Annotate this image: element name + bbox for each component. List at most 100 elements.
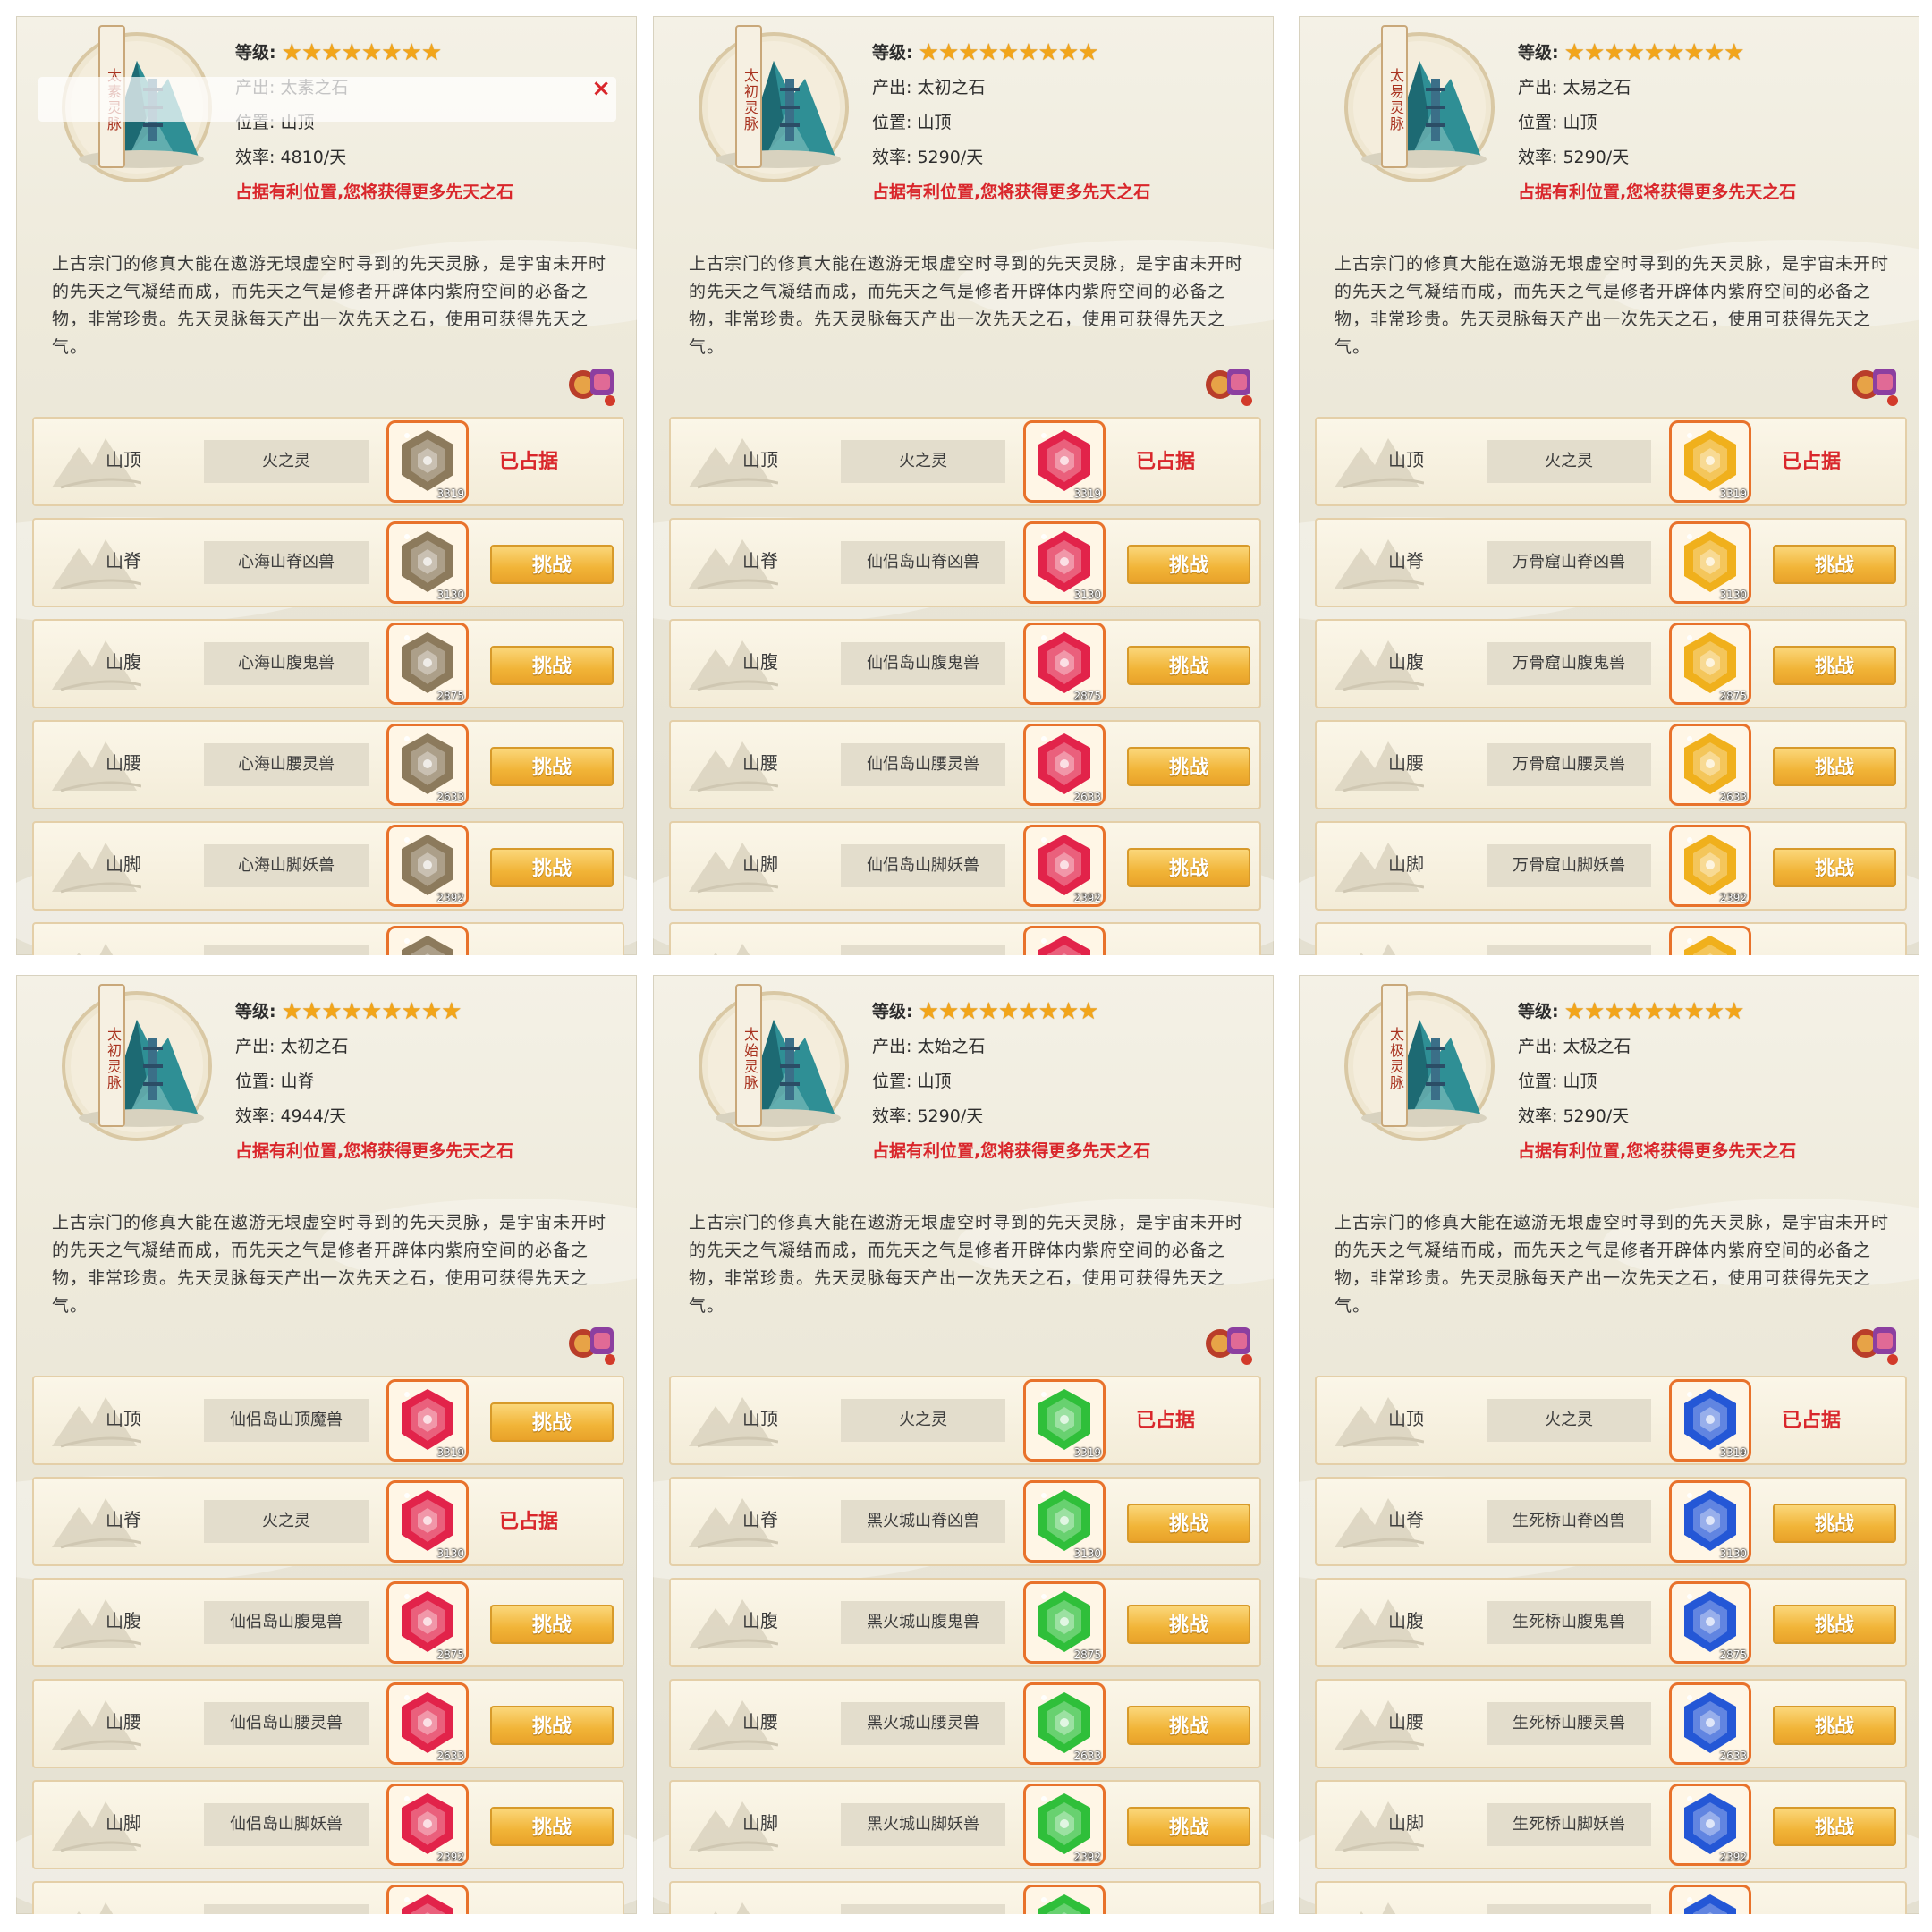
- spirit-stone-reward[interactable]: 2633: [1669, 1682, 1751, 1765]
- challenge-button[interactable]: 挑战: [1127, 1706, 1250, 1745]
- spirit-stone-reward[interactable]: 2633: [386, 724, 469, 806]
- spirit-stone-reward[interactable]: 2392: [386, 825, 469, 907]
- challenge-button[interactable]: 挑战: [490, 1605, 614, 1644]
- position-label: 山腹: [106, 651, 141, 673]
- challenge-button[interactable]: 挑战: [1773, 1605, 1896, 1644]
- level-stars: ★★★★★★★★: [281, 39, 442, 66]
- spirit-stone-reward[interactable]: 2633: [386, 1682, 469, 1765]
- reward-count: 3130: [436, 1547, 464, 1560]
- occupant-name: 仙侣岛山顶魔兽: [204, 1399, 369, 1442]
- spirit-stone-reward[interactable]: 3319: [1669, 420, 1751, 503]
- challenge-button[interactable]: 挑战: [490, 848, 614, 887]
- spirit-stone-reward[interactable]: 3319: [1023, 420, 1106, 503]
- spirit-stone-reward[interactable]: 3319: [386, 420, 469, 503]
- challenge-button[interactable]: 挑战: [1127, 848, 1250, 887]
- challenge-button[interactable]: 挑战: [490, 545, 614, 584]
- spirit-stone-reward[interactable]: 2875: [1023, 623, 1106, 705]
- position-label: 山腰: [106, 752, 141, 774]
- spirit-stone-reward[interactable]: 2392: [1669, 1784, 1751, 1866]
- vein-description: 上古宗门的修真大能在遨游无垠虚空时寻到的先天灵脉，是宇宙未开时的先天之气凝结而成…: [1335, 1213, 1890, 1316]
- spirit-stone-reward[interactable]: 3130: [1023, 1480, 1106, 1563]
- spirit-stone-reward[interactable]: 2875: [1669, 1581, 1751, 1664]
- spirit-stone-reward[interactable]: [1669, 926, 1751, 955]
- treasure-gourd-icon[interactable]: [562, 349, 624, 411]
- spirit-stone-reward[interactable]: 3319: [1669, 1379, 1751, 1462]
- occupied-status: 已占据: [1782, 451, 1842, 473]
- challenge-button[interactable]: 挑战: [1127, 1807, 1250, 1846]
- spirit-stone-reward[interactable]: 3130: [386, 1480, 469, 1563]
- spirit-stone-reward[interactable]: [1023, 1885, 1106, 1914]
- mountain-silhouette-icon: [77, 1902, 114, 1914]
- occupant-name: 黑火城山腰灵兽: [841, 1702, 1005, 1745]
- challenge-button[interactable]: 挑战: [490, 747, 614, 786]
- reward-count: 3130: [1719, 589, 1747, 601]
- spirit-stone-reward[interactable]: 2633: [1669, 724, 1751, 806]
- occupant-name: [204, 1904, 369, 1914]
- position-label: 山腹: [1388, 651, 1424, 673]
- spirit-stone-reward[interactable]: 3130: [1023, 521, 1106, 604]
- treasure-gourd-icon[interactable]: [1199, 1308, 1261, 1370]
- challenge-button[interactable]: 挑战: [1127, 1605, 1250, 1644]
- vein-emblem: 太始灵脉: [680, 984, 859, 1145]
- challenge-button[interactable]: 挑战: [490, 1706, 614, 1745]
- challenge-button[interactable]: 挑战: [490, 1807, 614, 1846]
- treasure-gourd-icon[interactable]: [1844, 349, 1907, 411]
- spirit-stone-reward[interactable]: 3319: [386, 1379, 469, 1462]
- challenge-button[interactable]: 挑战: [1773, 747, 1896, 786]
- spirit-vein-panel: 太初灵脉 等级: ★★★★★★★★★ 产出: 太初之石 位置: 山脊 效率: 4…: [16, 975, 637, 1914]
- spirit-stone-reward[interactable]: 2392: [386, 1784, 469, 1866]
- spirit-stone-reward[interactable]: 2875: [386, 623, 469, 705]
- challenge-button[interactable]: 挑战: [1127, 747, 1250, 786]
- level-stars: ★★★★★★★★★: [918, 998, 1099, 1025]
- spirit-stone-reward[interactable]: 2875: [386, 1581, 469, 1664]
- challenge-button[interactable]: 挑战: [1127, 545, 1250, 584]
- spirit-stone-reward[interactable]: 3130: [1669, 1480, 1751, 1563]
- position-row: 山脊 黑火城山脊凶兽 3130 挑战: [669, 1477, 1261, 1566]
- position-label: 山腰: [1388, 1711, 1424, 1733]
- spirit-stone-reward[interactable]: 2875: [1669, 623, 1751, 705]
- position-label: 山腹: [742, 651, 778, 673]
- level-row: 等级: ★★★★★★★★: [235, 36, 611, 71]
- occupied-status: 已占据: [1136, 451, 1196, 473]
- close-icon[interactable]: ×: [591, 75, 611, 102]
- occupant-name: 仙侣岛山腹鬼兽: [204, 1601, 369, 1644]
- challenge-button[interactable]: 挑战: [1773, 1706, 1896, 1745]
- vein-description: 上古宗门的修真大能在遨游无垠虚空时寻到的先天灵脉，是宇宙未开时的先天之气凝结而成…: [689, 254, 1244, 357]
- spirit-stone-reward[interactable]: [386, 1885, 469, 1914]
- treasure-gourd-icon[interactable]: [1844, 1308, 1907, 1370]
- spirit-stone-reward[interactable]: 3130: [386, 521, 469, 604]
- spirit-stone-reward[interactable]: [1023, 926, 1106, 955]
- treasure-gourd-icon[interactable]: [1199, 349, 1261, 411]
- occupant-name: 万骨窟山腰灵兽: [1487, 743, 1651, 786]
- challenge-button[interactable]: 挑战: [1773, 646, 1896, 685]
- occupant-name: 心海山腰灵兽: [204, 743, 369, 786]
- spirit-stone-reward[interactable]: 2875: [1023, 1581, 1106, 1664]
- warning-text: 占据有利位置,您将获得更多先天之石: [235, 182, 514, 202]
- reward-count: 2633: [436, 1750, 464, 1762]
- challenge-button[interactable]: 挑战: [1773, 1504, 1896, 1543]
- challenge-button[interactable]: 挑战: [1773, 848, 1896, 887]
- reward-count: 2392: [436, 1851, 464, 1863]
- efficiency-text: 效率: 4810/天: [235, 148, 347, 167]
- spirit-stone-reward[interactable]: 2633: [1023, 724, 1106, 806]
- spirit-stone-reward[interactable]: 2633: [1023, 1682, 1106, 1765]
- spirit-stone-reward[interactable]: 2392: [1023, 825, 1106, 907]
- spirit-stone-reward[interactable]: 3319: [1023, 1379, 1106, 1462]
- position-text: 位置: 山顶: [872, 113, 952, 132]
- spirit-stone-reward[interactable]: 2392: [1023, 1784, 1106, 1866]
- spirit-stone-reward[interactable]: [1669, 1885, 1751, 1914]
- spirit-stone-reward[interactable]: [386, 926, 469, 955]
- vein-emblem: 太初灵脉: [680, 25, 859, 186]
- position-text: 位置: 山顶: [1518, 1072, 1597, 1091]
- treasure-gourd-icon[interactable]: [562, 1308, 624, 1370]
- challenge-button[interactable]: 挑战: [1127, 1504, 1250, 1543]
- spirit-stone-reward[interactable]: 2392: [1669, 825, 1751, 907]
- level-stars: ★★★★★★★★★: [918, 39, 1099, 66]
- challenge-button[interactable]: 挑战: [490, 1402, 614, 1442]
- spirit-stone-reward[interactable]: 3130: [1669, 521, 1751, 604]
- challenge-button[interactable]: 挑战: [1773, 1807, 1896, 1846]
- challenge-button[interactable]: 挑战: [490, 646, 614, 685]
- challenge-button[interactable]: 挑战: [1773, 545, 1896, 584]
- challenge-button[interactable]: 挑战: [1127, 646, 1250, 685]
- mountain-emblem-icon: [1344, 991, 1495, 1141]
